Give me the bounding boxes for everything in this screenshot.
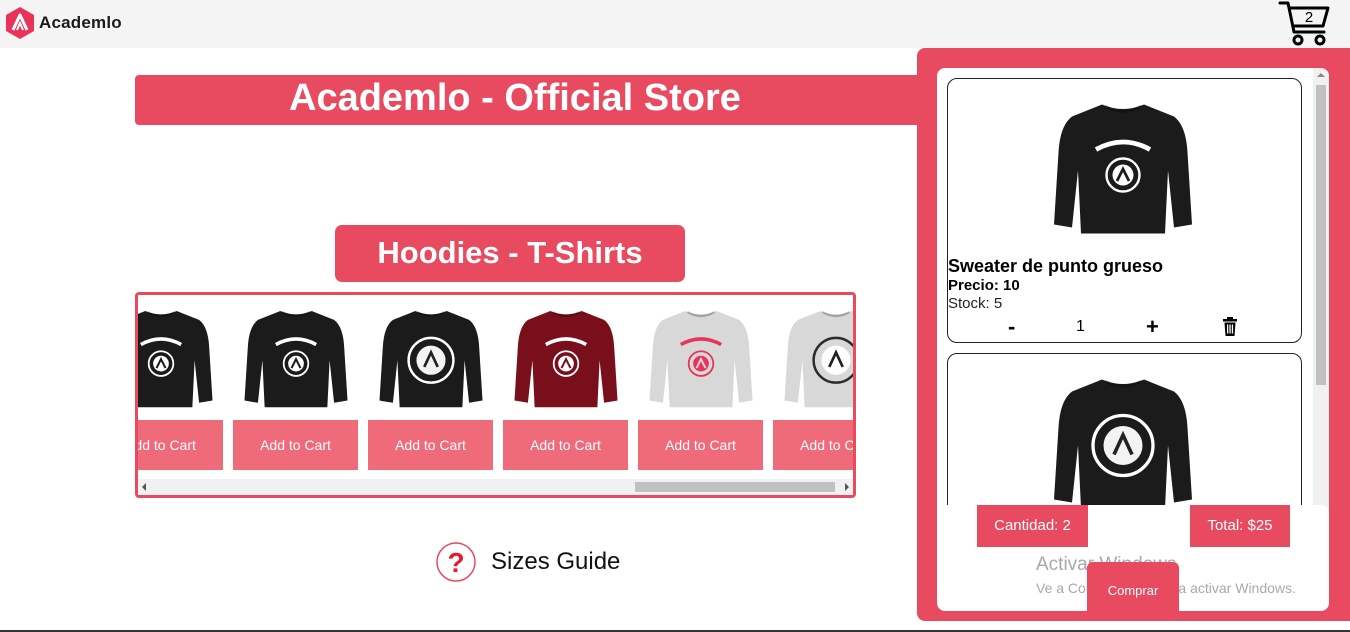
cart-panel: Sweater de punto grueso Precio: 10 Stock… — [917, 48, 1350, 621]
brand-name: Academlo — [39, 13, 122, 32]
add-to-cart-button[interactable]: Add to Cart — [233, 420, 358, 470]
horizontal-scrollbar[interactable] — [138, 479, 853, 495]
buy-button[interactable]: Comprar — [1087, 562, 1179, 618]
increase-quantity-button[interactable]: + — [1146, 315, 1159, 339]
delete-item-button[interactable] — [1222, 317, 1238, 341]
cart-item-image — [1048, 360, 1198, 525]
top-bar: Academlo 2 — [0, 0, 1350, 48]
vertical-scrollbar[interactable] — [1313, 68, 1329, 543]
cart-item-name: Sweater de punto grueso — [948, 256, 1164, 276]
cart-item-quantity: 1 — [1076, 318, 1085, 335]
product-card: Add to Cart — [773, 295, 853, 470]
store-title: Academlo - Official Store — [135, 75, 918, 125]
trash-icon — [1223, 317, 1237, 336]
cart-item-image — [1048, 85, 1198, 250]
scroll-right-icon[interactable] — [845, 483, 849, 491]
product-carousel[interactable]: Add to CartAdd to CartAdd to CartAdd to … — [135, 292, 856, 498]
cart-price-total: Total: $25 — [1190, 505, 1290, 547]
cart-item-price: Precio: 10 — [948, 277, 1020, 294]
question-mark-icon: ? — [436, 542, 476, 582]
product-image[interactable] — [368, 295, 493, 420]
add-to-cart-button[interactable]: Add to Cart — [773, 420, 853, 470]
scroll-up-icon[interactable] — [1317, 73, 1325, 77]
cart-item-list[interactable]: Sweater de punto grueso Precio: 10 Stock… — [937, 68, 1329, 543]
product-track: Add to CartAdd to CartAdd to CartAdd to … — [138, 295, 853, 470]
svg-text:?: ? — [447, 547, 464, 578]
cart-summary: Cantidad: 2 Total: $25 Activar Windows V… — [937, 505, 1329, 618]
cart-item: Sweater de punto grueso Precio: 10 Stock… — [947, 78, 1302, 343]
brand-logo[interactable]: Academlo — [5, 6, 122, 40]
scrollbar-thumb[interactable] — [1316, 85, 1326, 385]
decrease-quantity-button[interactable]: - — [1008, 315, 1015, 339]
cart-count-badge: 2 — [1304, 9, 1314, 26]
cart-quantity-total: Cantidad: 2 — [977, 505, 1088, 547]
sizes-guide-link[interactable]: ? Sizes Guide — [435, 541, 620, 583]
product-image[interactable] — [638, 295, 763, 420]
product-card: Add to Cart — [233, 295, 358, 470]
product-image[interactable] — [138, 295, 223, 420]
scrollbar-thumb[interactable] — [635, 482, 835, 492]
product-image[interactable] — [503, 295, 628, 420]
academlo-logo-icon — [6, 7, 34, 39]
scroll-left-icon[interactable] — [142, 483, 146, 491]
product-card: Add to Cart — [138, 295, 223, 470]
product-card: Add to Cart — [503, 295, 628, 470]
sizes-guide-label: Sizes Guide — [491, 548, 621, 575]
add-to-cart-button[interactable]: Add to Cart — [638, 420, 763, 470]
product-card: Add to Cart — [368, 295, 493, 470]
product-image[interactable] — [233, 295, 358, 420]
page: Academlo 2 Academlo - Official Store Hoo… — [0, 0, 1350, 632]
add-to-cart-button[interactable]: Add to Cart — [138, 420, 223, 470]
add-to-cart-button[interactable]: Add to Cart — [368, 420, 493, 470]
section-title: Hoodies - T-Shirts — [335, 225, 685, 282]
product-card: Add to Cart — [638, 295, 763, 470]
add-to-cart-button[interactable]: Add to Cart — [503, 420, 628, 470]
cart-item-stock: Stock: 5 — [948, 295, 1003, 312]
product-image[interactable] — [773, 295, 853, 420]
